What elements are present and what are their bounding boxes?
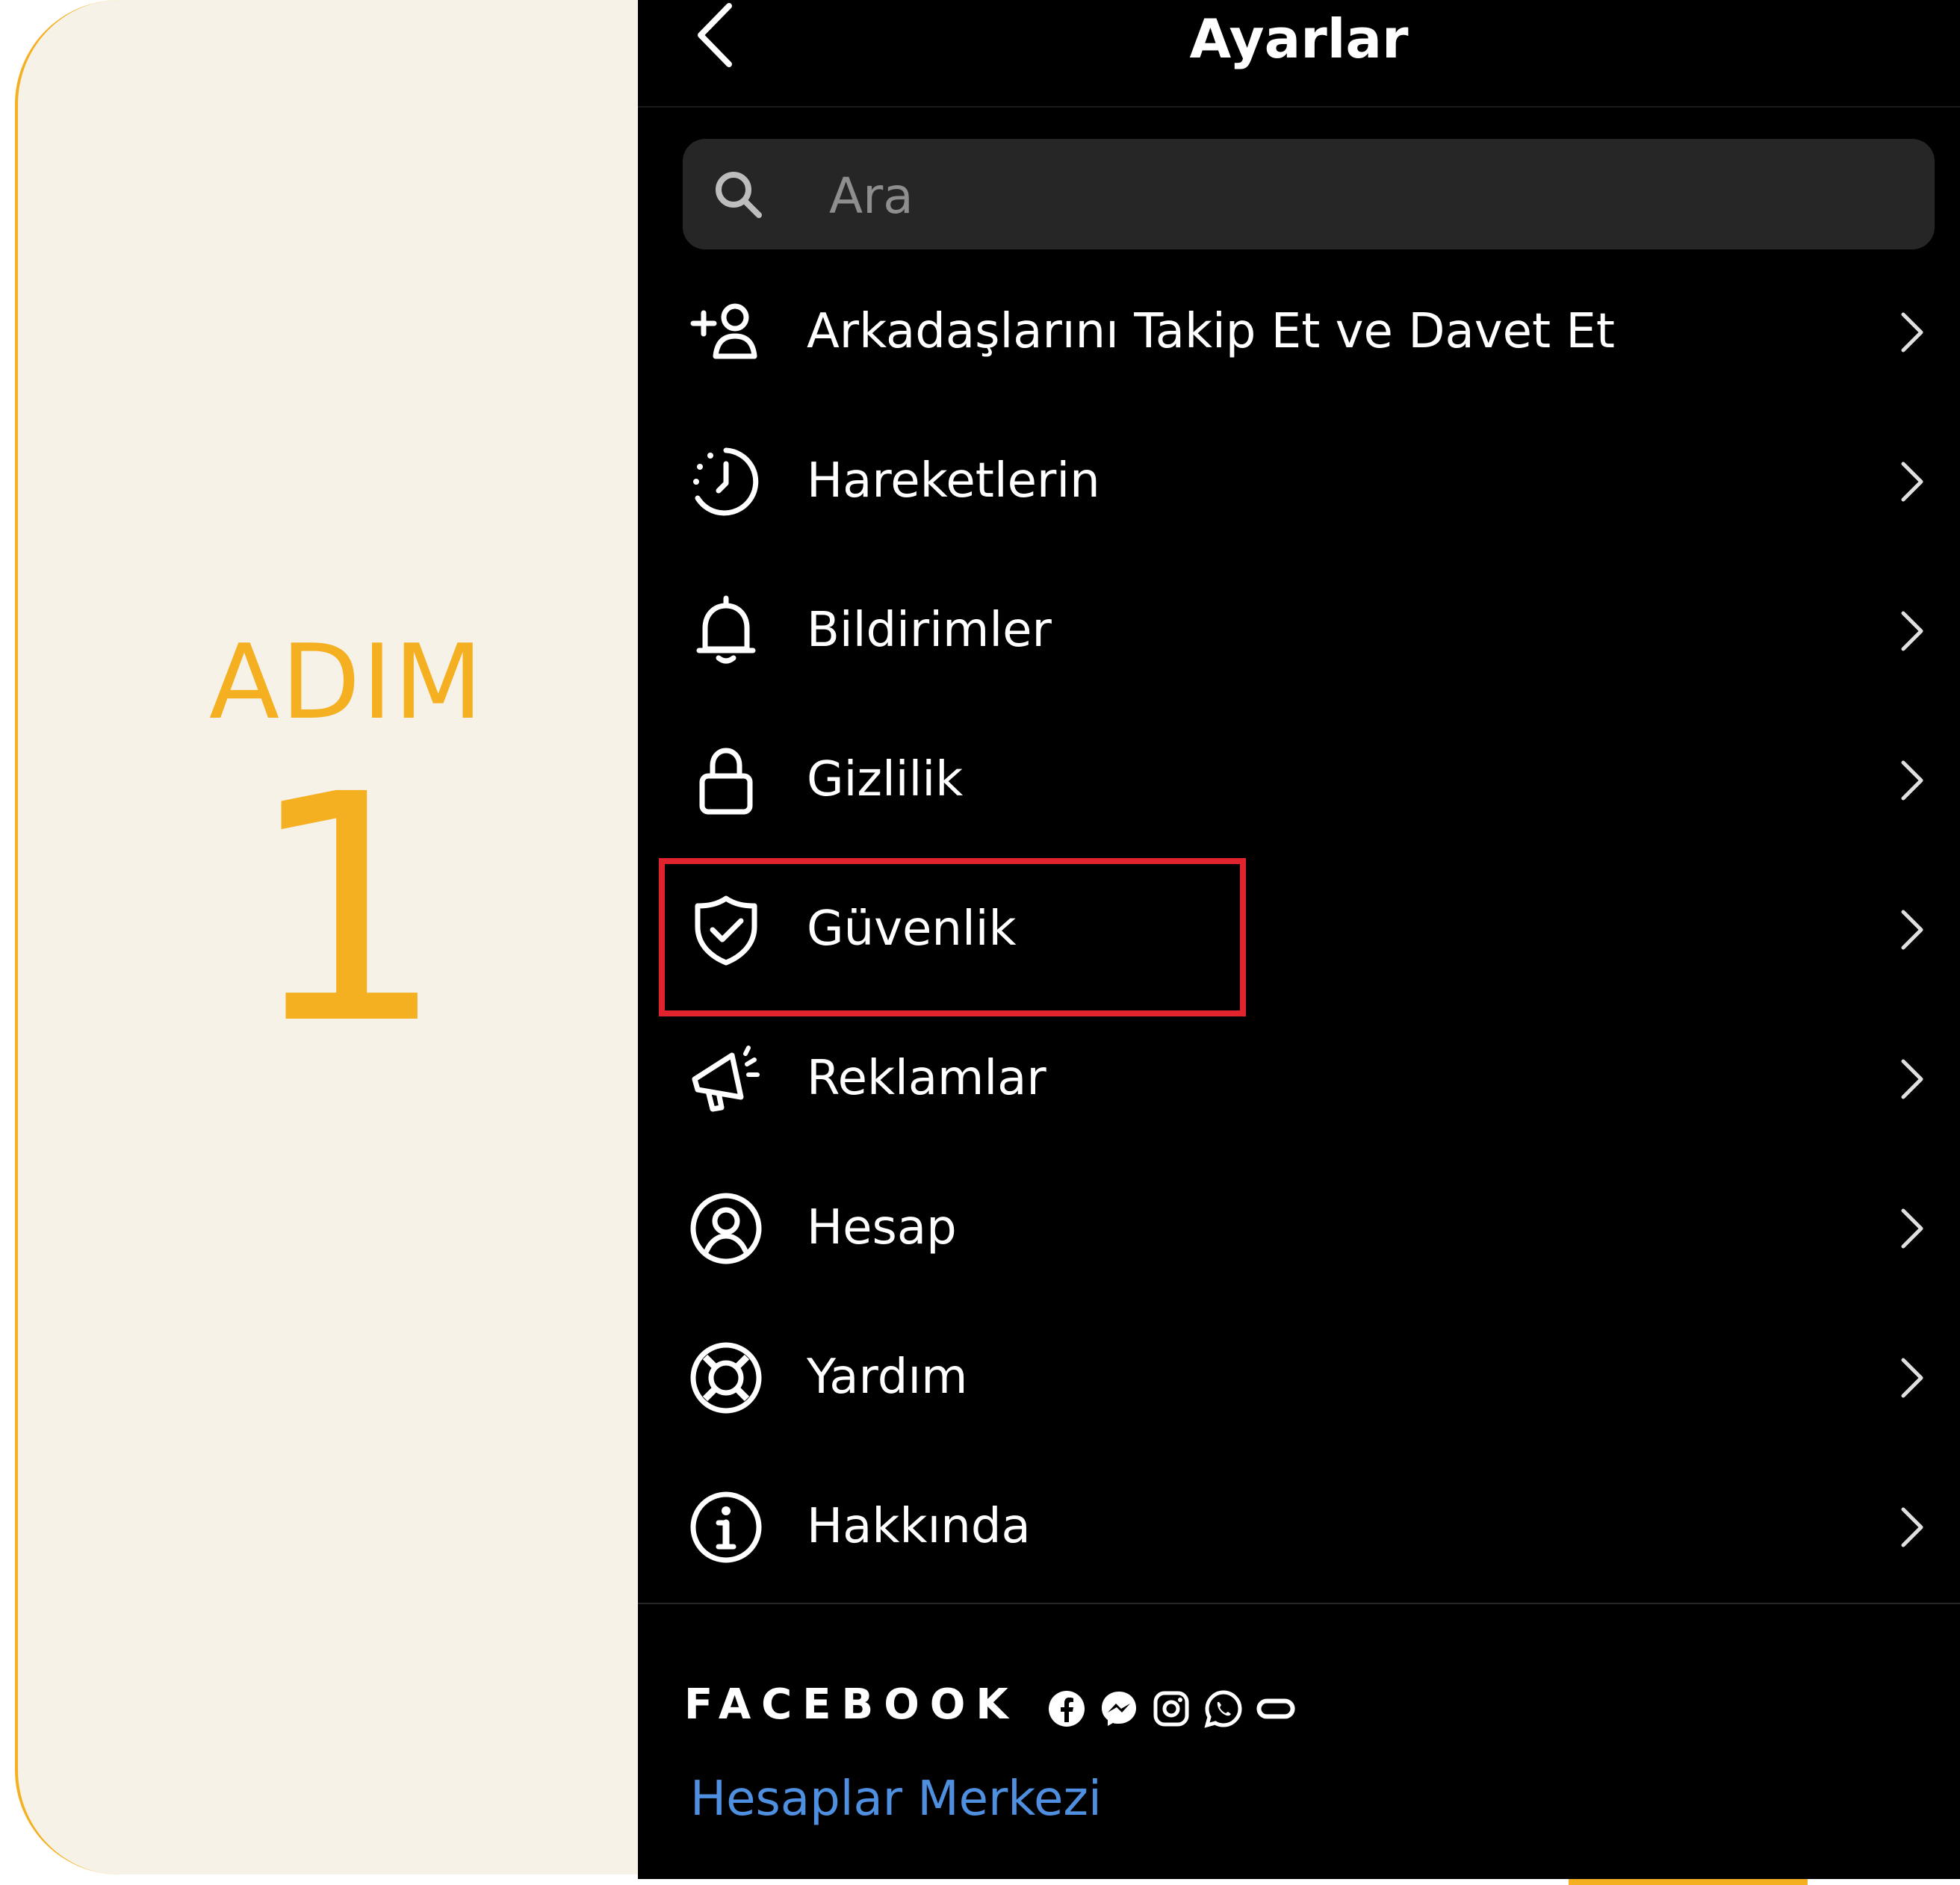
- megaphone-icon: [692, 1046, 760, 1112]
- navigation-bar: Ayarlar: [638, 0, 1960, 108]
- settings-screen: Ayarlar Ara Arkadaşlarını Takip Et ve Da…: [638, 0, 1960, 1879]
- messenger-icon: [1102, 1692, 1136, 1726]
- page-title: Ayarlar: [1189, 7, 1409, 70]
- menu-item-label: Güvenlik: [807, 901, 1017, 957]
- chevron-right-icon: [1901, 760, 1923, 801]
- lock-icon: [699, 748, 753, 815]
- bottom-accent-bar: [1569, 1879, 1808, 1885]
- chevron-right-icon: [1901, 1208, 1923, 1249]
- chevron-right-icon: [1901, 611, 1923, 651]
- search-icon: [716, 172, 762, 218]
- menu-item-help[interactable]: Yardım: [638, 1303, 1960, 1453]
- accounts-center-link[interactable]: Hesaplar Merkezi: [690, 1771, 1102, 1827]
- menu-item-label: Yardım: [807, 1350, 968, 1405]
- shield-check-icon: [695, 895, 757, 966]
- menu-item-label: Gizlilik: [807, 752, 964, 807]
- chevron-right-icon: [1901, 312, 1923, 353]
- search-placeholder: Ara: [829, 167, 914, 225]
- chevron-right-icon: [1901, 1507, 1923, 1547]
- activity-clock-icon: [693, 447, 759, 516]
- account-circle-icon: [690, 1193, 762, 1264]
- menu-item-label: Hakkında: [807, 1499, 1031, 1554]
- add-person-icon: [690, 303, 757, 359]
- step-word: ADIM: [208, 622, 485, 742]
- chevron-right-icon: [1901, 462, 1923, 502]
- menu-item-label: Arkadaşlarını Takip Et ve Davet Et: [807, 304, 1615, 359]
- app-icons-row: [1047, 1689, 1295, 1731]
- menu-item-follow-invite[interactable]: Arkadaşlarını Takip Et ve Davet Et: [638, 258, 1960, 407]
- facebook-wordmark: FACEBOOK: [684, 1680, 1019, 1729]
- settings-menu: Arkadaşlarını Takip Et ve Davet Et Harek…: [638, 258, 1960, 1602]
- step-number: 1: [246, 728, 447, 1093]
- menu-item-ads[interactable]: Reklamlar: [638, 1004, 1960, 1154]
- menu-item-about[interactable]: Hakkında: [638, 1453, 1960, 1602]
- menu-item-label: Bildirimler: [807, 603, 1052, 658]
- chevron-right-icon: [1901, 910, 1923, 950]
- menu-item-account[interactable]: Hesap: [638, 1154, 1960, 1303]
- oculus-icon: [1256, 1698, 1295, 1719]
- tutorial-page: ADIM 1 Ayarlar Ara Arkadaşlarını Takip E…: [0, 0, 1960, 1885]
- menu-item-label: Reklamlar: [807, 1051, 1046, 1106]
- footer-divider: [638, 1603, 1960, 1604]
- menu-item-label: Hesap: [807, 1200, 957, 1255]
- bell-icon: [696, 595, 756, 664]
- menu-item-privacy[interactable]: Gizlilik: [638, 706, 1960, 855]
- menu-item-label: Hareketlerin: [807, 453, 1100, 509]
- facebook-icon: [1049, 1691, 1085, 1727]
- menu-item-activity[interactable]: Hareketlerin: [638, 407, 1960, 556]
- search-input[interactable]: Ara: [683, 139, 1935, 249]
- menu-item-security[interactable]: Güvenlik: [638, 855, 1960, 1016]
- lifebuoy-icon: [690, 1342, 762, 1414]
- info-icon: [690, 1491, 762, 1563]
- whatsapp-icon: [1204, 1690, 1242, 1728]
- chevron-right-icon: [1901, 1358, 1923, 1398]
- step-card: ADIM 1: [15, 0, 747, 1875]
- menu-item-notifications[interactable]: Bildirimler: [638, 556, 1960, 706]
- chevron-right-icon: [1901, 1059, 1923, 1099]
- instagram-icon: [1153, 1691, 1189, 1727]
